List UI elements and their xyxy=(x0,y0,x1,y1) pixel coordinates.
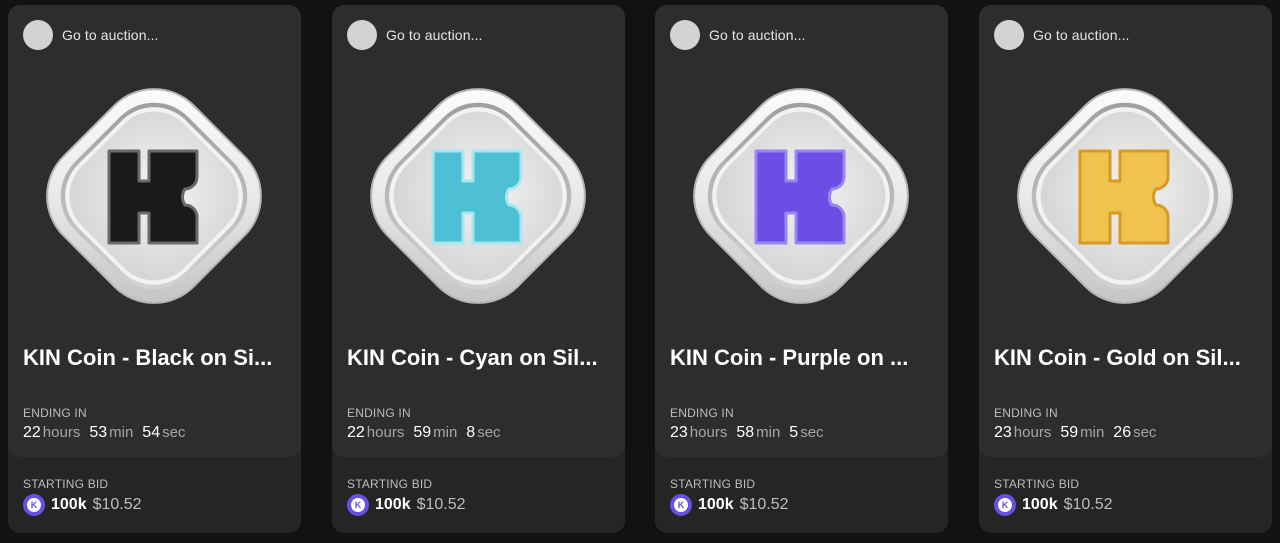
go-to-auction-link[interactable]: Go to auction... xyxy=(670,20,806,50)
card-media-area: Go to auction... KIN Coin - Cyan on Sil.… xyxy=(332,5,625,457)
starting-bid-label: STARTING BID xyxy=(23,477,109,491)
countdown-timer: 22 hours 59 min 8 sec xyxy=(347,424,501,442)
avatar xyxy=(994,20,1024,50)
timer-hours-unit: hours xyxy=(1013,424,1052,441)
avatar xyxy=(23,20,53,50)
auction-card[interactable]: Go to auction... KIN Coin - Cyan on Sil.… xyxy=(332,5,625,533)
auction-title: KIN Coin - Cyan on Sil... xyxy=(347,345,598,370)
timer-hours-unit: hours xyxy=(42,424,81,441)
timer-min: 59 xyxy=(413,424,432,441)
token-glyph: K xyxy=(351,498,365,512)
timer-hours-unit: hours xyxy=(366,424,405,441)
timer-sec: 26 xyxy=(1113,424,1132,441)
kin-token-icon: K xyxy=(994,494,1016,516)
timer-sec: 54 xyxy=(142,424,161,441)
bid-usd: $10.52 xyxy=(92,496,142,513)
kin-coin-image xyxy=(23,65,285,327)
ending-in-label: ENDING IN xyxy=(347,406,411,420)
timer-min-unit: min xyxy=(756,424,781,441)
card-media-area: Go to auction... KIN Coin - Purple on ..… xyxy=(655,5,948,457)
token-glyph: K xyxy=(27,498,41,512)
starting-bid: K 100k $10.52 xyxy=(994,494,1113,516)
auction-title: KIN Coin - Gold on Sil... xyxy=(994,345,1241,370)
auction-card[interactable]: Go to auction... KIN Coin - Purple on ..… xyxy=(655,5,948,533)
countdown-timer: 22 hours 53 min 54 sec xyxy=(23,424,185,442)
kin-coin-image xyxy=(347,65,609,327)
timer-hours-unit: hours xyxy=(689,424,728,441)
timer-sec: 8 xyxy=(466,424,476,441)
timer-sec-unit: sec xyxy=(1133,424,1157,441)
bid-amount: 100k xyxy=(698,496,734,513)
kin-coin-image xyxy=(670,65,932,327)
kin-token-icon: K xyxy=(23,494,45,516)
timer-sec-unit: sec xyxy=(800,424,824,441)
bid-amount: 100k xyxy=(51,496,87,513)
auction-title: KIN Coin - Black on Si... xyxy=(23,345,273,370)
countdown-timer: 23 hours 58 min 5 sec xyxy=(670,424,824,442)
go-to-auction-link[interactable]: Go to auction... xyxy=(347,20,483,50)
timer-min: 58 xyxy=(736,424,755,441)
timer-sec: 5 xyxy=(789,424,799,441)
auction-grid: Go to auction... KIN Coin - Black on Si.… xyxy=(0,0,1280,543)
starting-bid-label: STARTING BID xyxy=(994,477,1080,491)
kin-coin-image xyxy=(994,65,1256,327)
go-to-auction-label: Go to auction... xyxy=(386,27,483,43)
ending-in-label: ENDING IN xyxy=(670,406,734,420)
kin-token-icon: K xyxy=(347,494,369,516)
ending-in-label: ENDING IN xyxy=(994,406,1058,420)
bid-usd: $10.52 xyxy=(739,496,789,513)
card-media-area: Go to auction... KIN Coin - Black on Si.… xyxy=(8,5,301,457)
go-to-auction-link[interactable]: Go to auction... xyxy=(23,20,159,50)
timer-hours: 23 xyxy=(670,424,688,441)
bid-amount: 100k xyxy=(375,496,411,513)
timer-min-unit: min xyxy=(433,424,458,441)
timer-min-unit: min xyxy=(109,424,134,441)
starting-bid: K 100k $10.52 xyxy=(347,494,466,516)
go-to-auction-label: Go to auction... xyxy=(62,27,159,43)
timer-hours: 23 xyxy=(994,424,1012,441)
bid-usd: $10.52 xyxy=(1063,496,1113,513)
token-glyph: K xyxy=(674,498,688,512)
timer-min: 59 xyxy=(1060,424,1079,441)
starting-bid: K 100k $10.52 xyxy=(23,494,142,516)
timer-hours: 22 xyxy=(347,424,365,441)
go-to-auction-label: Go to auction... xyxy=(1033,27,1130,43)
timer-min: 53 xyxy=(89,424,108,441)
card-media-area: Go to auction... KIN Coin - Gold on Sil.… xyxy=(979,5,1272,457)
auction-card[interactable]: Go to auction... KIN Coin - Gold on Sil.… xyxy=(979,5,1272,533)
countdown-timer: 23 hours 59 min 26 sec xyxy=(994,424,1156,442)
bid-usd: $10.52 xyxy=(416,496,466,513)
starting-bid: K 100k $10.52 xyxy=(670,494,789,516)
timer-hours: 22 xyxy=(23,424,41,441)
bid-amount: 100k xyxy=(1022,496,1058,513)
starting-bid-label: STARTING BID xyxy=(347,477,433,491)
timer-min-unit: min xyxy=(1080,424,1105,441)
timer-sec-unit: sec xyxy=(162,424,186,441)
ending-in-label: ENDING IN xyxy=(23,406,87,420)
go-to-auction-label: Go to auction... xyxy=(709,27,806,43)
auction-card[interactable]: Go to auction... KIN Coin - Black on Si.… xyxy=(8,5,301,533)
auction-title: KIN Coin - Purple on ... xyxy=(670,345,909,370)
kin-token-icon: K xyxy=(670,494,692,516)
starting-bid-label: STARTING BID xyxy=(670,477,756,491)
avatar xyxy=(347,20,377,50)
token-glyph: K xyxy=(998,498,1012,512)
timer-sec-unit: sec xyxy=(477,424,501,441)
go-to-auction-link[interactable]: Go to auction... xyxy=(994,20,1130,50)
avatar xyxy=(670,20,700,50)
